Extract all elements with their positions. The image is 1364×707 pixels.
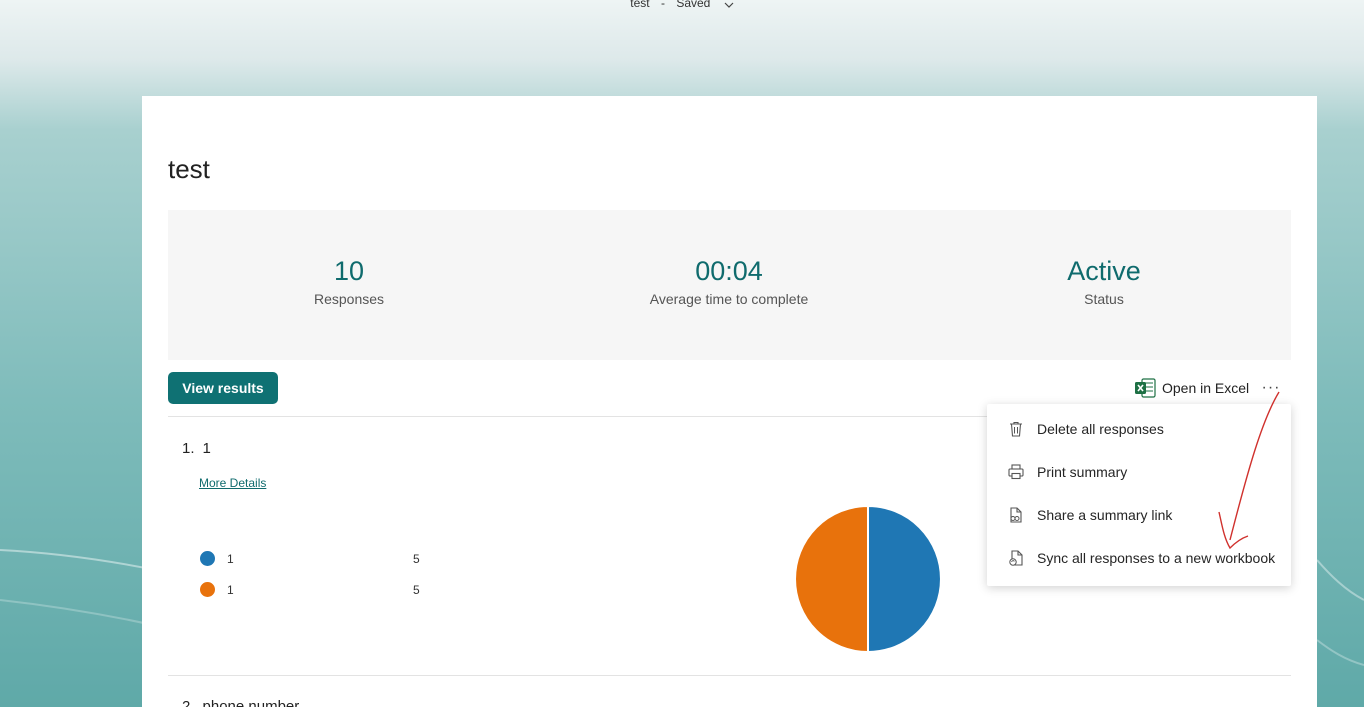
legend-swatch	[200, 551, 215, 566]
question-title: 2. phone number	[182, 698, 299, 707]
stat-label: Status	[1084, 291, 1124, 307]
menu-item-print-summary[interactable]: Print summary	[1007, 462, 1127, 482]
chevron-down-icon[interactable]	[724, 0, 734, 11]
legend-count: 5	[413, 551, 420, 566]
page-title: test	[168, 154, 210, 184]
legend-label: 1	[227, 551, 234, 566]
legend-item: 1 5	[200, 551, 420, 566]
more-options-icon[interactable]: ···	[1260, 378, 1282, 398]
stat-label: Average time to complete	[649, 291, 809, 307]
stat-value: 10	[333, 256, 365, 286]
stat-responses: 10 Responses	[199, 256, 499, 307]
stat-status: Active Status	[954, 256, 1254, 307]
more-details-link[interactable]: More Details	[199, 476, 266, 490]
form-header[interactable]: test - Saved	[0, 0, 1364, 11]
menu-item-label: Share a summary link	[1037, 507, 1173, 523]
stat-value: 00:04	[695, 256, 763, 286]
question-text: phone number	[202, 698, 300, 707]
menu-item-sync-all-responses[interactable]: Sync all responses to a new workbook	[1007, 548, 1275, 568]
form-name: test	[630, 0, 650, 10]
legend-count: 5	[413, 582, 420, 597]
menu-item-label: Print summary	[1037, 464, 1128, 480]
summary-card: test 10 Responses 00:04 Average time to …	[142, 96, 1317, 707]
view-results-button[interactable]: View results	[168, 372, 278, 404]
open-in-excel-button[interactable]: Open in Excel	[1135, 377, 1249, 399]
title-separator: -	[660, 0, 665, 10]
menu-item-delete-all-responses[interactable]: Delete all responses	[1007, 419, 1164, 439]
menu-item-label: Delete all responses	[1037, 421, 1164, 437]
stat-label: Responses	[313, 291, 385, 307]
stat-value: Active	[1067, 256, 1141, 286]
menu-item-share-summary-link[interactable]: Share a summary link	[1007, 505, 1172, 525]
menu-item-label: Sync all responses to a new workbook	[1037, 550, 1276, 566]
stats-panel: 10 Responses 00:04 Average time to compl…	[168, 210, 1291, 360]
question-text: 1	[202, 440, 211, 457]
trash-icon	[1010, 421, 1022, 437]
legend-swatch	[200, 582, 215, 597]
legend-label: 1	[227, 582, 234, 597]
question-number: 2.	[182, 698, 195, 707]
question-title: 1. 1	[182, 440, 211, 457]
share-link-icon	[1010, 507, 1022, 523]
divider	[168, 675, 1291, 676]
sync-workbook-icon	[1009, 550, 1023, 566]
pie-chart	[794, 504, 942, 654]
question-number: 1.	[182, 440, 195, 457]
stat-average-time: 00:04 Average time to complete	[579, 256, 879, 307]
open-in-excel-label: Open in Excel	[1162, 380, 1250, 396]
pie-slice[interactable]	[867, 504, 942, 654]
excel-icon	[1135, 378, 1156, 398]
more-options-menu: Delete all responses Print summary Share…	[987, 404, 1291, 586]
printer-icon	[1008, 464, 1024, 480]
save-state: Saved	[676, 0, 711, 10]
pie-slice[interactable]	[794, 504, 869, 654]
legend-item: 1 5	[200, 582, 420, 597]
